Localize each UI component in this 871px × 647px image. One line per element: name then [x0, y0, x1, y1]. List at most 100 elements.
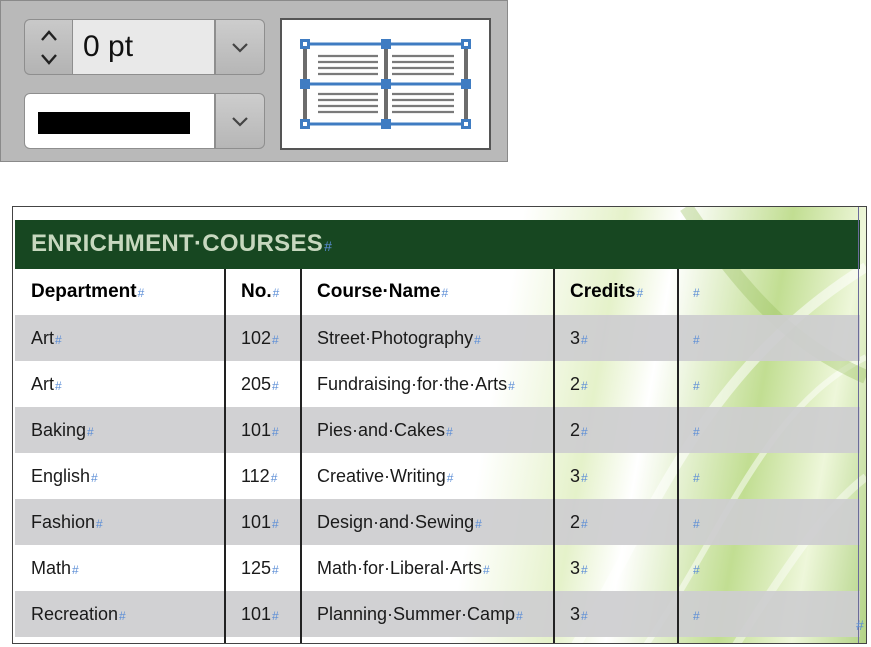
stroke-weight-input[interactable]: 0 pt [72, 19, 215, 75]
table-right-edge [858, 207, 859, 643]
table-row[interactable]: Fashion# 101# Design·and·Sewing# 2# # [15, 499, 860, 545]
cell-text: 205 [241, 374, 272, 394]
stroke-color-field[interactable] [24, 93, 215, 149]
table-cell[interactable]: 125# [241, 545, 279, 591]
cell-text: No. [241, 281, 272, 302]
table-cell[interactable]: Art# [31, 361, 62, 407]
cell-text: Fundraising·for·the·Arts [317, 374, 508, 394]
table-cell-proxy[interactable] [280, 18, 491, 150]
column-header[interactable]: Credits# [570, 269, 643, 315]
end-of-story-mark: # [856, 617, 864, 633]
table-row[interactable]: Recreation# 101# Planning·Summer·Camp# 3# # [15, 591, 860, 637]
table-cell[interactable]: 3# [570, 453, 588, 499]
end-of-cell-mark: # [475, 517, 482, 531]
end-of-cell-mark: # [693, 333, 700, 347]
table-cell[interactable]: # [692, 361, 700, 407]
table-cell[interactable]: 3# [570, 315, 588, 361]
table-cell[interactable]: Baking# [31, 407, 94, 453]
cell-text: 125 [241, 558, 272, 578]
table-cell[interactable]: Fundraising·for·the·Arts# [317, 361, 515, 407]
end-of-cell-mark: # [272, 379, 279, 393]
column-header[interactable]: No.# [241, 269, 279, 315]
stroke-weight-dropdown-button[interactable] [215, 19, 265, 75]
stroke-weight-stepper[interactable] [24, 19, 72, 75]
table-cell[interactable]: 101# [241, 407, 279, 453]
cell-text: Art [31, 374, 55, 394]
table-cell[interactable]: # [692, 591, 700, 637]
table-cell[interactable]: 2# [570, 361, 588, 407]
chevron-up-icon[interactable] [36, 27, 62, 45]
cell-text: Course·Name [317, 281, 441, 302]
table-cell-proxy-icon[interactable] [282, 20, 489, 148]
end-of-cell-mark: # [474, 333, 481, 347]
table-cell[interactable]: 3# [570, 545, 588, 591]
cell-text: Credits [570, 281, 636, 302]
table-header-row[interactable]: Department# No.# Course·Name# Credits# # [15, 269, 860, 315]
end-of-cell-mark: # [581, 471, 588, 485]
table-cell[interactable]: English# [31, 453, 98, 499]
table-cell[interactable]: Fashion# [31, 499, 103, 545]
column-header[interactable]: # [692, 269, 700, 315]
table-cell[interactable]: 101# [241, 591, 279, 637]
table-title-banner[interactable]: ENRICHMENT·COURSES# [15, 220, 860, 269]
column-divider[interactable] [224, 269, 226, 643]
table-row[interactable]: Art# 205# Fundraising·for·the·Arts# 2# # [15, 361, 860, 407]
end-of-cell-mark: # [272, 563, 279, 577]
table-cell[interactable]: Design·and·Sewing# [317, 499, 482, 545]
column-header[interactable]: Course·Name# [317, 269, 448, 315]
table-cell[interactable]: 205# [241, 361, 279, 407]
table-cell[interactable]: # [692, 453, 700, 499]
table-row[interactable]: English# 112# Creative·Writing# 3# # [15, 453, 860, 499]
table-cell[interactable]: Planning·Summer·Camp# [317, 591, 523, 637]
end-of-cell-mark: # [72, 563, 79, 577]
end-of-cell-mark: # [96, 517, 103, 531]
end-of-story-mark: # [324, 238, 333, 254]
cell-text: Math·for·Liberal·Arts [317, 558, 483, 578]
table-cell[interactable]: # [692, 499, 700, 545]
table-row[interactable]: Math# 125# Math·for·Liberal·Arts# 3# # [15, 545, 860, 591]
end-of-cell-mark: # [55, 333, 62, 347]
table-stroke-panel: 0 pt [0, 0, 508, 162]
table-cell[interactable]: Math# [31, 545, 79, 591]
cell-text: 101 [241, 604, 272, 624]
table-row[interactable]: Art# 102# Street·Photography# 3# # [15, 315, 860, 361]
table-cell[interactable]: 101# [241, 499, 279, 545]
table-cell[interactable]: Recreation# [31, 591, 126, 637]
table-cell[interactable]: Pies·and·Cakes# [317, 407, 453, 453]
end-of-cell-mark: # [636, 286, 644, 300]
cell-text: Planning·Summer·Camp [317, 604, 516, 624]
table-cell[interactable]: Art# [31, 315, 62, 361]
end-of-cell-mark: # [272, 609, 279, 623]
cell-text: 3 [570, 466, 581, 486]
end-of-cell-mark: # [581, 425, 588, 439]
table-cell[interactable]: 102# [241, 315, 279, 361]
cell-text: 101 [241, 420, 272, 440]
column-header[interactable]: Department# [31, 269, 144, 315]
end-of-cell-mark: # [516, 609, 523, 623]
column-divider[interactable] [553, 269, 555, 643]
table-cell[interactable]: 2# [570, 499, 588, 545]
stroke-color-dropdown-button[interactable] [215, 93, 265, 149]
end-of-cell-mark: # [693, 517, 700, 531]
table-cell[interactable]: 112# [241, 453, 277, 499]
cell-text: Department [31, 281, 137, 302]
table-cell[interactable]: Creative·Writing# [317, 453, 453, 499]
table-cell[interactable]: Street·Photography# [317, 315, 481, 361]
end-of-cell-mark: # [693, 425, 700, 439]
table-title[interactable]: ENRICHMENT·COURSES# [31, 230, 332, 258]
end-of-cell-mark: # [581, 517, 588, 531]
table-cell[interactable]: # [692, 315, 700, 361]
table-cell[interactable]: Math·for·Liberal·Arts# [317, 545, 490, 591]
cell-text: Creative·Writing [317, 466, 446, 486]
chevron-down-icon[interactable] [36, 50, 62, 68]
cell-text: 112 [241, 466, 270, 486]
table-cell[interactable]: 2# [570, 407, 588, 453]
column-divider[interactable] [300, 269, 302, 643]
end-of-cell-mark: # [137, 286, 145, 300]
table-cell[interactable]: 3# [570, 591, 588, 637]
table-row[interactable]: Baking# 101# Pies·and·Cakes# 2# # [15, 407, 860, 453]
end-of-cell-mark: # [441, 286, 449, 300]
table-cell[interactable]: # [692, 545, 700, 591]
column-divider[interactable] [677, 269, 679, 643]
table-cell[interactable]: # [692, 407, 700, 453]
